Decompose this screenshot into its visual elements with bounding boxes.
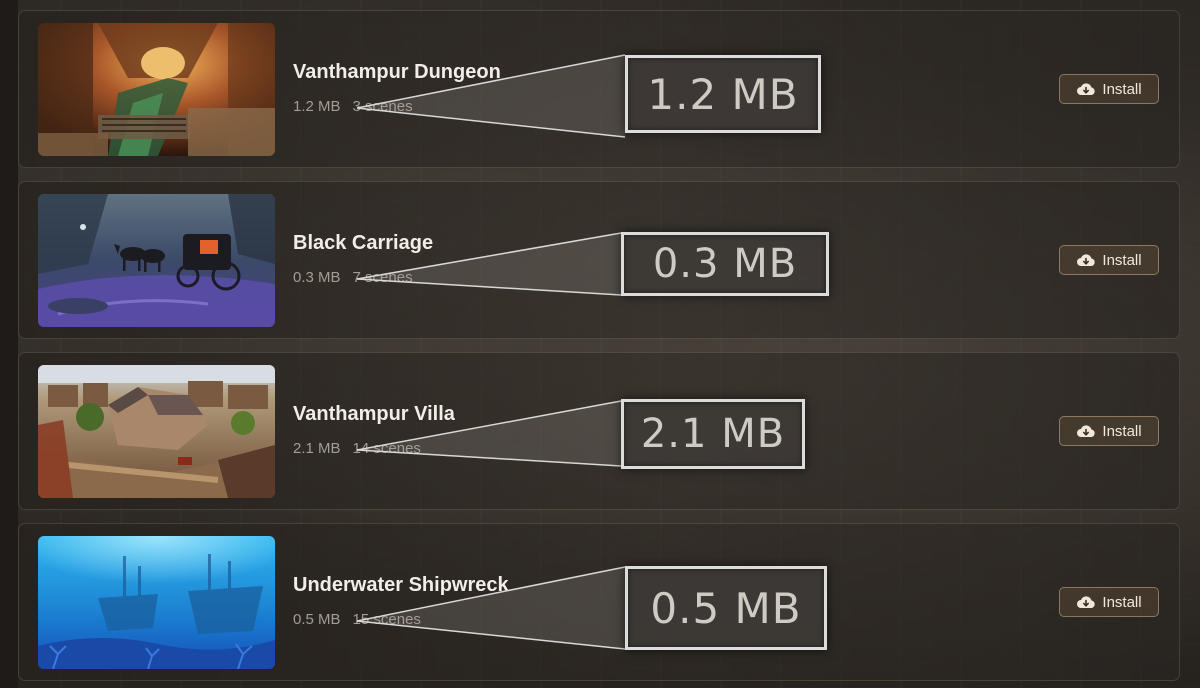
zoom-size-callout: 0.5 MB bbox=[625, 566, 827, 650]
install-button-label: Install bbox=[1102, 80, 1142, 98]
scenario-size: 0.5 MB bbox=[293, 611, 341, 628]
scenario-title: Black Carriage bbox=[293, 232, 434, 254]
scenario-scene-count: 3 scenes bbox=[352, 98, 413, 115]
scenario-title: Underwater Shipwreck bbox=[293, 574, 509, 596]
scenario-meta: 0.3 MB 7 scenes bbox=[293, 269, 413, 286]
scenario-scene-count: 14 scenes bbox=[352, 440, 421, 457]
install-button[interactable]: Install bbox=[1059, 74, 1159, 104]
scenario-title: Vanthampur Dungeon bbox=[293, 61, 501, 83]
scenario-thumbnail bbox=[38, 23, 275, 156]
scenario-title: Vanthampur Villa bbox=[293, 403, 455, 425]
scenario-size: 1.2 MB bbox=[293, 98, 341, 115]
install-button-label: Install bbox=[1102, 422, 1142, 440]
carriage-storm-image bbox=[38, 194, 275, 327]
scenario-card: Vanthampur Villa 2.1 MB 14 scenes 2.1 MB … bbox=[18, 352, 1180, 510]
scenario-thumbnail bbox=[38, 194, 275, 327]
scenario-scene-count: 15 scenes bbox=[352, 611, 421, 628]
scenario-thumbnail bbox=[38, 365, 275, 498]
scenario-card: Underwater Shipwreck 0.5 MB 15 scenes 0.5… bbox=[18, 523, 1180, 681]
cloud-download-icon bbox=[1077, 254, 1096, 266]
scenario-scene-count: 7 scenes bbox=[352, 269, 413, 286]
install-button[interactable]: Install bbox=[1059, 245, 1159, 275]
left-edge bbox=[0, 0, 18, 688]
shipwreck-underwater-image bbox=[38, 536, 275, 669]
zoom-size-callout: 2.1 MB bbox=[621, 399, 805, 469]
zoom-size-callout: 1.2 MB bbox=[625, 55, 821, 133]
install-button[interactable]: Install bbox=[1059, 416, 1159, 446]
scenario-size: 0.3 MB bbox=[293, 269, 341, 286]
zoom-size-callout: 0.3 MB bbox=[621, 232, 829, 296]
install-button-label: Install bbox=[1102, 593, 1142, 611]
scenario-card: Vanthampur Dungeon 1.2 MB 3 scenes 1.2 MB… bbox=[18, 10, 1180, 168]
install-button[interactable]: Install bbox=[1059, 587, 1159, 617]
scenario-meta: 1.2 MB 3 scenes bbox=[293, 98, 413, 115]
scenario-size: 2.1 MB bbox=[293, 440, 341, 457]
scenario-meta: 0.5 MB 15 scenes bbox=[293, 611, 421, 628]
scenario-card: Black Carriage 0.3 MB 7 scenes 0.3 MB Ins… bbox=[18, 181, 1180, 339]
scenario-meta: 2.1 MB 14 scenes bbox=[293, 440, 421, 457]
scenario-thumbnail bbox=[38, 536, 275, 669]
dungeon-sewer-image bbox=[38, 23, 275, 156]
cloud-download-icon bbox=[1077, 425, 1096, 437]
cloud-download-icon bbox=[1077, 596, 1096, 608]
install-button-label: Install bbox=[1102, 251, 1142, 269]
scenario-list: Vanthampur Dungeon 1.2 MB 3 scenes 1.2 MB… bbox=[18, 10, 1180, 688]
villa-town-image bbox=[38, 365, 275, 498]
cloud-download-icon bbox=[1077, 83, 1096, 95]
